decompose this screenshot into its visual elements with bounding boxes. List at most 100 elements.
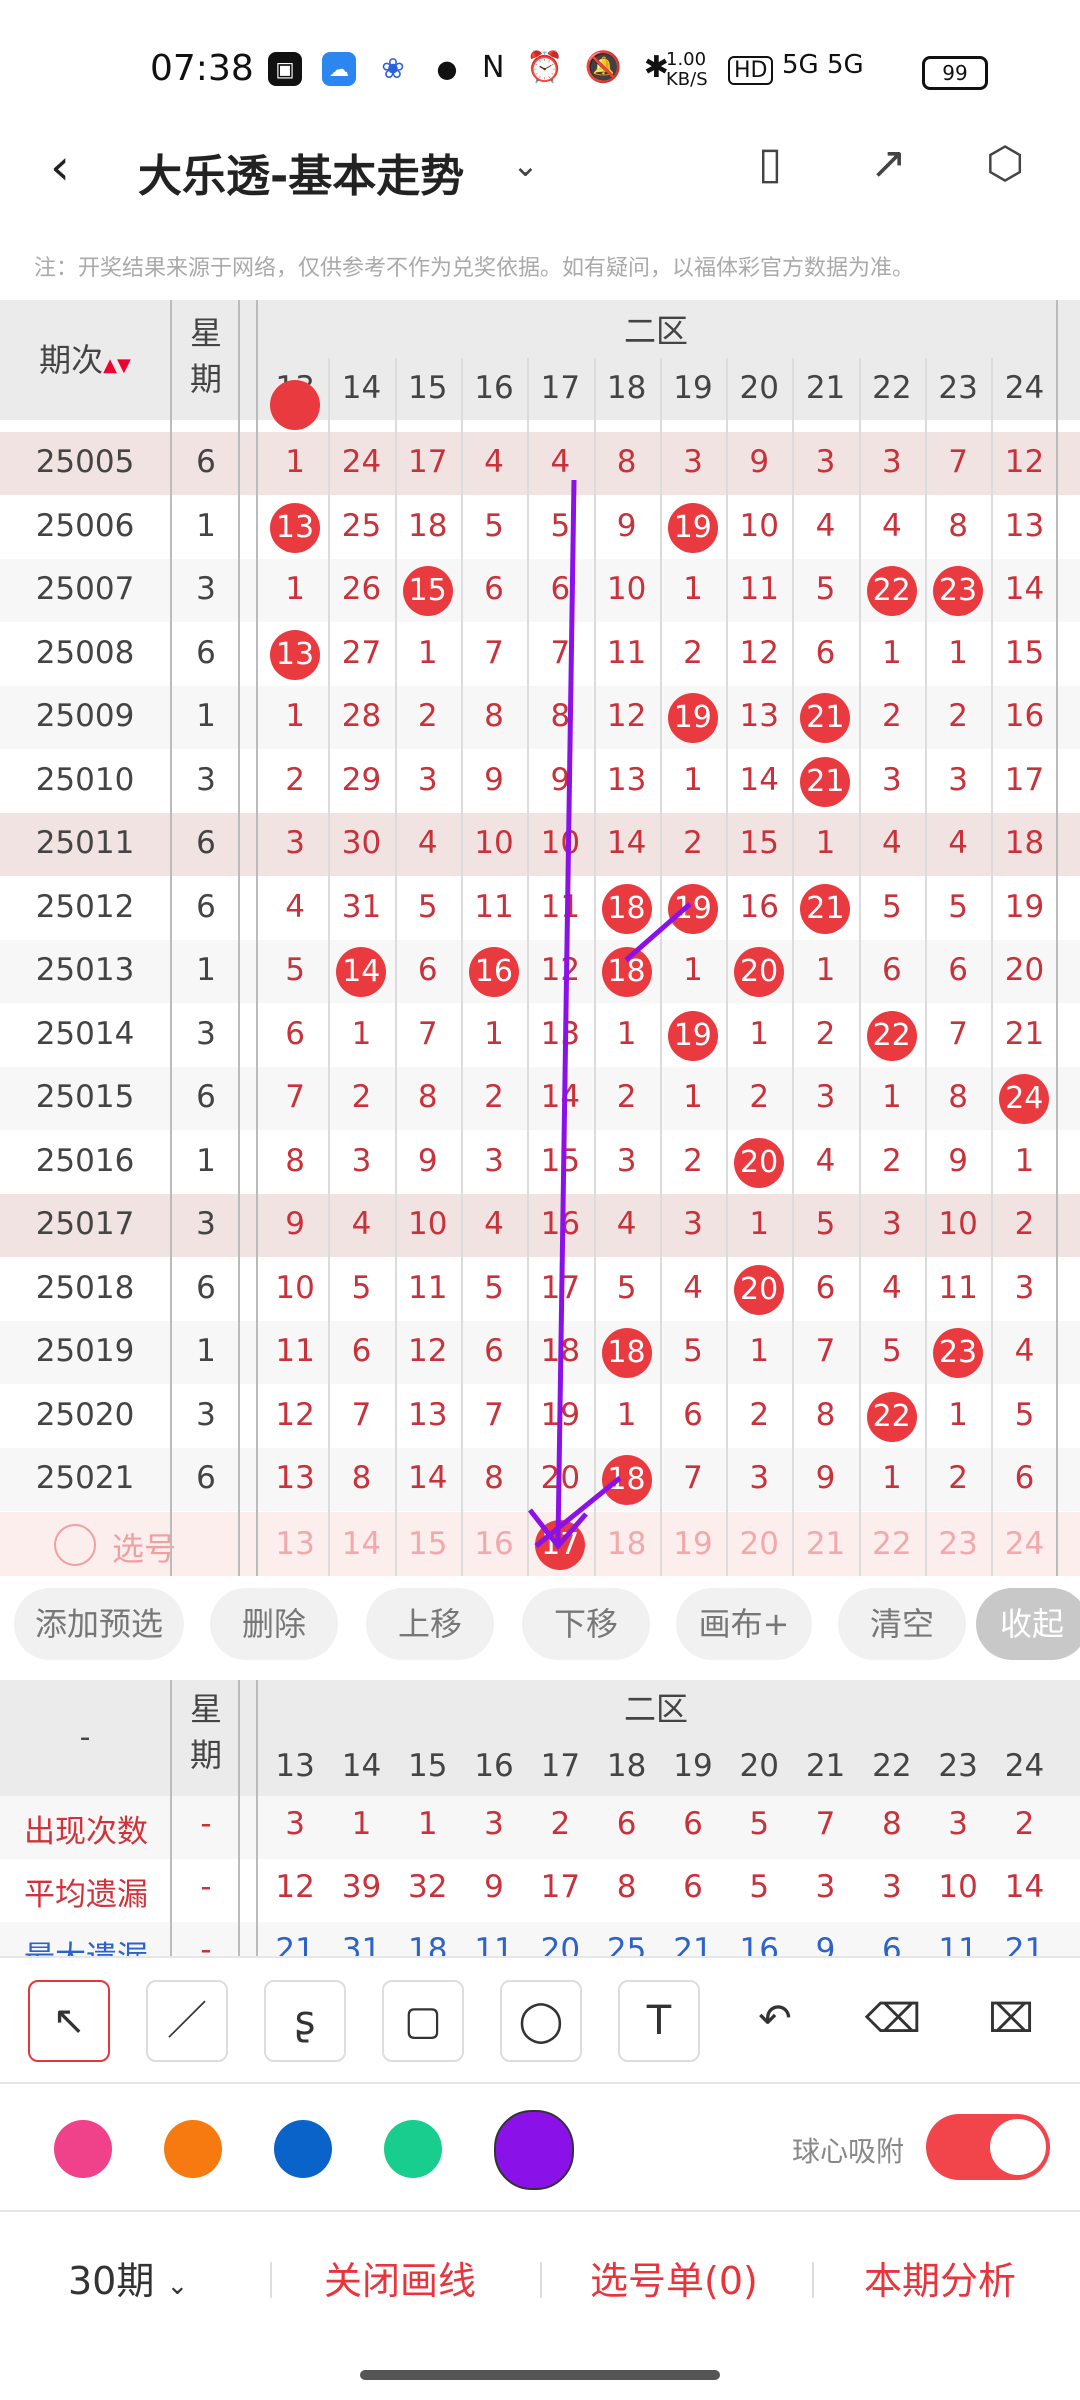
action-button[interactable]: 添加预选 bbox=[14, 1588, 184, 1660]
table-row[interactable]: 25016 1 8 3 9 3 15 3 2 20 4 2 9 1 bbox=[0, 1130, 1080, 1194]
issue-number: 25013 bbox=[35, 952, 135, 988]
weekday: 1 bbox=[196, 1142, 216, 1179]
miss-count: 12 bbox=[1004, 444, 1045, 480]
status-time: 07:38 bbox=[150, 48, 254, 89]
stats-value: 2 bbox=[550, 1806, 571, 1842]
selectable-number[interactable]: 16 bbox=[461, 1526, 527, 1562]
eraser-icon[interactable]: ⌫ bbox=[854, 1980, 932, 2058]
table-row[interactable]: 25020 3 12 7 13 7 19 1 6 2 8 22 1 5 bbox=[0, 1384, 1080, 1448]
line-tool-icon[interactable]: ／ bbox=[146, 1980, 228, 2062]
chevron-down-icon[interactable]: ⌄ bbox=[512, 146, 539, 184]
miss-count: 16 bbox=[739, 888, 779, 925]
color-swatch[interactable] bbox=[164, 2120, 222, 2178]
picklist-button[interactable]: 选号单(0) bbox=[590, 2250, 758, 2305]
lottery-ball: 21 bbox=[800, 756, 851, 807]
action-button[interactable]: 收起 bbox=[976, 1588, 1080, 1660]
table-row[interactable]: 25007 3 1 26 15 6 6 10 1 11 5 22 23 14 bbox=[0, 559, 1080, 622]
undo-icon[interactable]: ↶ bbox=[736, 1980, 814, 2058]
miss-count: 2 bbox=[683, 825, 703, 861]
table-row[interactable]: 25013 1 5 14 6 16 12 18 1 20 1 6 6 20 bbox=[0, 940, 1080, 1003]
color-swatch[interactable] bbox=[274, 2120, 332, 2178]
table-row[interactable]: 25005 6 1 24 17 4 4 8 3 9 3 3 7 12 bbox=[0, 432, 1080, 495]
selectable-number[interactable]: 18 bbox=[594, 1526, 660, 1562]
stats-value: 10 bbox=[938, 1869, 978, 1905]
table-row[interactable]: 25009 1 1 28 2 8 8 12 19 13 21 2 2 16 bbox=[0, 686, 1080, 749]
selectable-number[interactable]: 20 bbox=[726, 1526, 792, 1562]
color-swatch[interactable] bbox=[54, 2120, 112, 2178]
toggle-knob bbox=[990, 2119, 1046, 2175]
selectable-number[interactable]: 21 bbox=[792, 1526, 858, 1562]
table-row[interactable]: 25006 1 13 25 18 5 5 9 19 10 4 4 8 13 bbox=[0, 495, 1080, 559]
table-row[interactable]: 25008 6 13 27 1 7 7 11 2 12 6 1 1 15 bbox=[0, 622, 1080, 686]
color-swatch[interactable] bbox=[494, 2110, 574, 2190]
settings-icon[interactable]: ⬡ bbox=[986, 138, 1024, 189]
radio-circle-icon[interactable] bbox=[54, 1523, 96, 1566]
selectable-number[interactable]: 22 bbox=[859, 1526, 925, 1562]
arrow-tool-icon[interactable]: ↖ bbox=[28, 1980, 110, 2062]
selectable-number[interactable]: 19 bbox=[660, 1526, 726, 1562]
miss-count: 12 bbox=[606, 698, 647, 734]
action-button[interactable]: 清空 bbox=[838, 1588, 966, 1660]
table-row[interactable]: 25011 6 3 30 4 10 10 14 2 15 1 4 4 18 bbox=[0, 813, 1080, 876]
circle-tool-icon[interactable]: ◯ bbox=[500, 1980, 582, 2062]
selectable-number[interactable]: 24 bbox=[991, 1526, 1057, 1562]
selectable-number[interactable]: 15 bbox=[395, 1526, 461, 1562]
weekday: 6 bbox=[196, 1079, 216, 1115]
miss-count: 20 bbox=[1004, 952, 1045, 988]
miss-count: 9 bbox=[417, 1142, 438, 1179]
clear-brush-icon[interactable]: ⌧ bbox=[972, 1980, 1050, 2058]
divider bbox=[540, 2262, 542, 2298]
lottery-ball-partial bbox=[270, 380, 320, 430]
period-select[interactable]: 30期 ⌄ bbox=[68, 2250, 188, 2305]
share-icon[interactable]: ↗ bbox=[870, 138, 907, 189]
table-row[interactable]: 25017 3 9 4 10 4 16 4 3 1 5 3 10 2 bbox=[0, 1194, 1080, 1257]
miss-count: 8 bbox=[484, 1460, 504, 1496]
action-button[interactable]: 删除 bbox=[210, 1588, 338, 1660]
table-row[interactable]: 25010 3 2 29 3 9 9 13 1 14 21 3 3 17 bbox=[0, 749, 1080, 813]
lottery-ball: 15 bbox=[402, 566, 453, 616]
curve-tool-icon[interactable]: ʂ bbox=[264, 1980, 346, 2062]
selectable-number[interactable]: 14 bbox=[328, 1526, 394, 1562]
select-row[interactable]: 选号 13 14 15 16 17 18 19 20 21 22 23 24 bbox=[0, 1511, 1080, 1576]
color-swatch[interactable] bbox=[384, 2120, 442, 2178]
action-button[interactable]: 下移 bbox=[522, 1588, 650, 1660]
weekday: 3 bbox=[196, 1015, 216, 1052]
miss-count: 4 bbox=[683, 1269, 703, 1306]
miss-count: 3 bbox=[815, 444, 836, 480]
rectangle-tool-icon[interactable]: ▢ bbox=[382, 1980, 464, 2062]
stats-value: 32 bbox=[408, 1869, 448, 1905]
miss-count: 9 bbox=[550, 761, 571, 798]
issue-number: 25020 bbox=[35, 1396, 135, 1433]
action-button[interactable]: 上移 bbox=[366, 1588, 494, 1660]
action-button[interactable]: 画布+ bbox=[676, 1588, 812, 1660]
table-row[interactable]: 25021 6 13 8 14 8 20 18 7 3 9 1 2 6 bbox=[0, 1448, 1080, 1511]
weekday: 1 bbox=[196, 507, 216, 544]
miss-count: 12 bbox=[408, 1333, 448, 1369]
close-draw-button[interactable]: 关闭画线 bbox=[324, 2250, 476, 2305]
miss-count: 4 bbox=[484, 444, 504, 480]
table-row[interactable]: 25018 6 10 5 11 5 17 5 4 20 6 4 11 3 bbox=[0, 1257, 1080, 1321]
miss-count: 2 bbox=[749, 1079, 770, 1115]
miss-count: 11 bbox=[540, 888, 581, 925]
miss-count: 2 bbox=[749, 1396, 770, 1433]
trend-table[interactable]: 期次▲▼ 星期 二区 131415161718192021222324 2500… bbox=[0, 300, 1080, 1576]
table-row[interactable]: 25015 6 7 2 8 2 14 2 1 2 3 1 8 24 bbox=[0, 1067, 1080, 1130]
selected-number-ball[interactable]: 17 bbox=[535, 1519, 586, 1570]
selectable-number[interactable]: 13 bbox=[262, 1526, 328, 1562]
phone-layout-icon[interactable]: ▯ bbox=[758, 138, 782, 189]
table-row[interactable]: 25019 1 11 6 12 6 18 18 5 1 7 5 23 4 bbox=[0, 1321, 1080, 1384]
column-header: 17 bbox=[540, 370, 581, 406]
miss-count: 3 bbox=[881, 444, 902, 480]
chevron-left-icon[interactable]: ‹ bbox=[50, 138, 70, 196]
snap-toggle[interactable] bbox=[926, 2114, 1050, 2180]
text-tool-icon[interactable]: T bbox=[618, 1980, 700, 2062]
stats-value: 6 bbox=[683, 1869, 703, 1905]
page-title[interactable]: 大乐透-基本走势 bbox=[138, 140, 464, 204]
table-row[interactable]: 25012 6 4 31 5 11 11 18 19 16 21 5 5 19 bbox=[0, 876, 1080, 940]
weekday: 6 bbox=[196, 634, 216, 671]
weekday: 3 bbox=[196, 571, 216, 607]
weekday: 6 bbox=[196, 888, 216, 925]
table-row[interactable]: 25014 3 6 1 7 1 13 1 19 1 2 22 7 21 bbox=[0, 1003, 1080, 1067]
analysis-button[interactable]: 本期分析 bbox=[864, 2250, 1016, 2305]
selectable-number[interactable]: 23 bbox=[925, 1526, 991, 1562]
